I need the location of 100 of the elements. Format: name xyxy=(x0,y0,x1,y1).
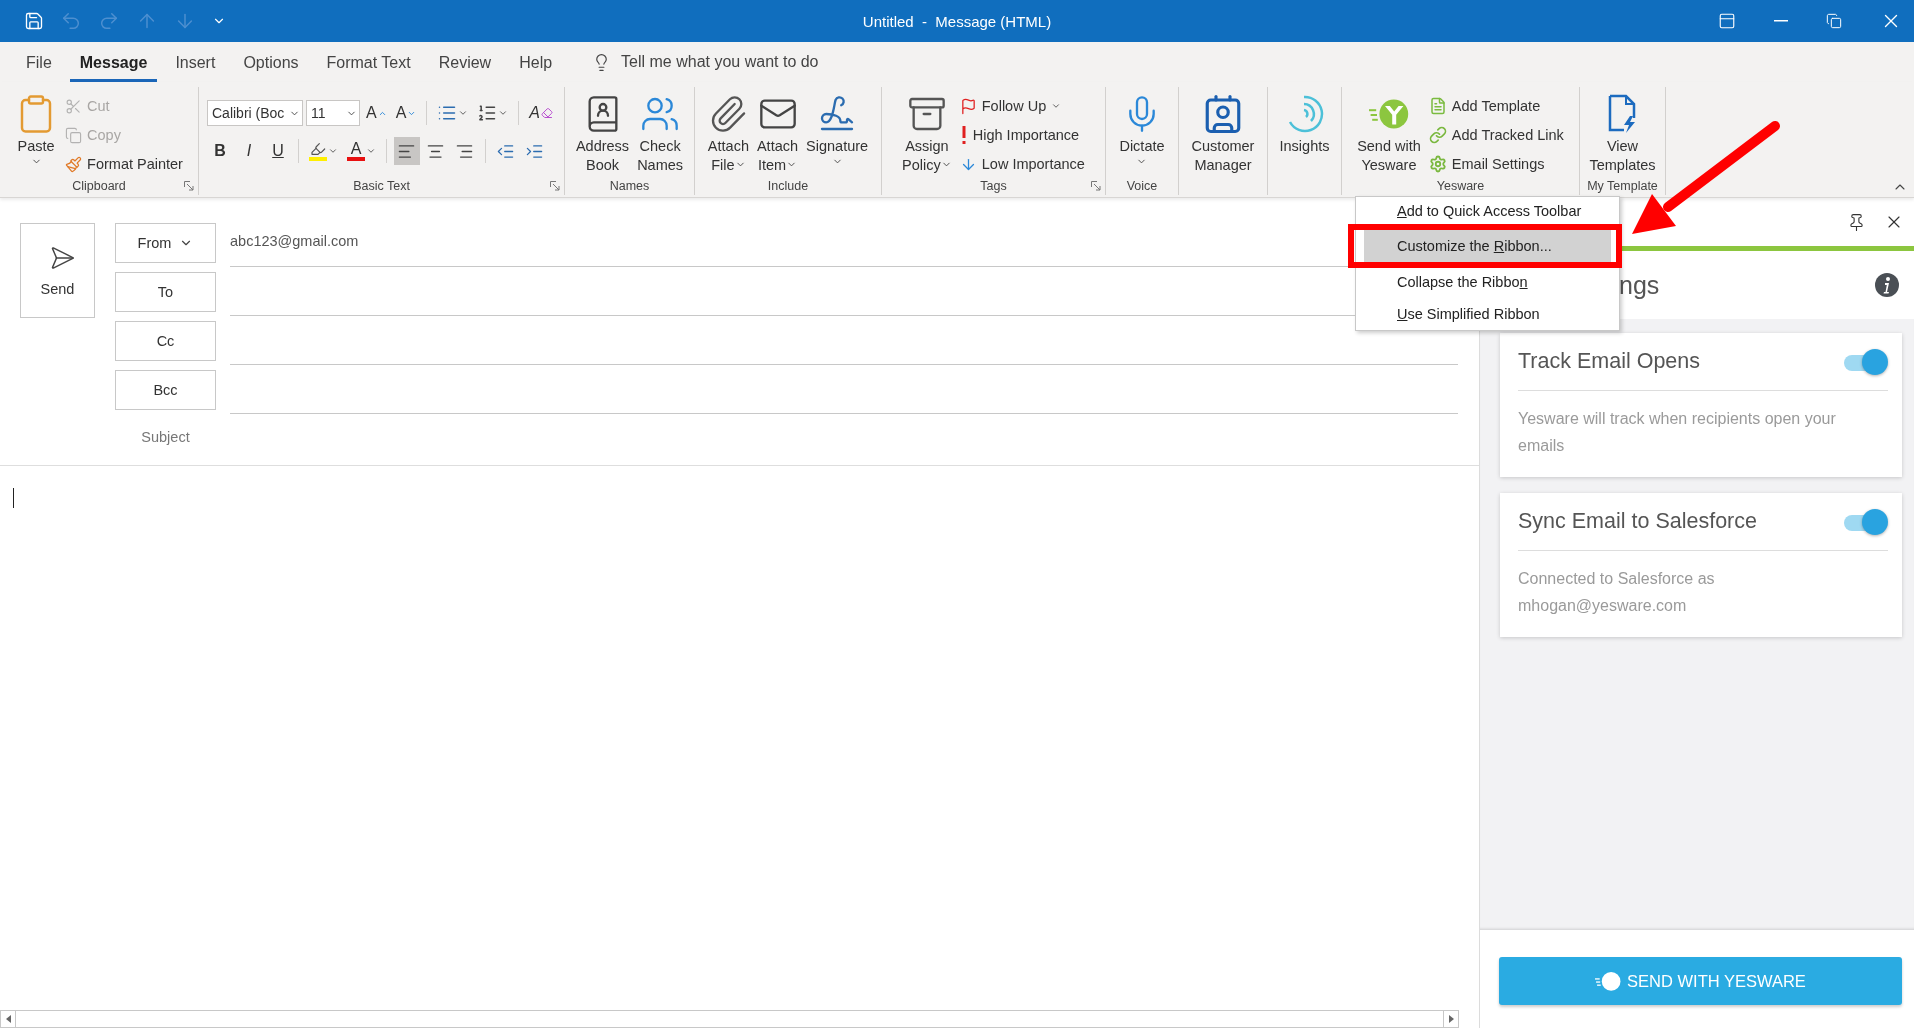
ribbon-button[interactable]: Low Importance xyxy=(956,151,1088,177)
save-button[interactable] xyxy=(24,11,44,31)
bold-button[interactable]: B xyxy=(207,137,233,165)
ribbon-button[interactable]: Customer Manager xyxy=(1188,89,1258,177)
setting-description: Connected to Salesforce as mhogan@yesware.com xyxy=(1518,569,1716,616)
caret-icon xyxy=(366,146,376,156)
ribbon-button[interactable]: Format Painter xyxy=(62,151,186,177)
group-label: Yesware xyxy=(1436,179,1485,193)
align-button[interactable] xyxy=(394,137,420,165)
ribbon-button[interactable]: View Templates xyxy=(1586,89,1659,177)
ribbon-button[interactable]: Follow Up xyxy=(956,93,1088,119)
info-icon xyxy=(1874,272,1900,298)
menu-item[interactable]: Collapse the Ribbon xyxy=(1364,269,1611,294)
gear-icon xyxy=(1428,155,1447,173)
ribbon-tab[interactable]: Help xyxy=(509,46,563,82)
from-button[interactable]: From xyxy=(115,223,216,263)
caret-icon xyxy=(498,108,509,118)
scissors-icon xyxy=(65,97,83,115)
toggle-switch[interactable] xyxy=(1842,508,1888,535)
restore-button[interactable] xyxy=(1826,13,1842,29)
ribbon-button[interactable]: Signature xyxy=(803,89,872,177)
ribbon-button[interactable]: Attach Item xyxy=(753,89,802,177)
subject-label: Subject xyxy=(140,428,191,447)
setting-title: Track Email Opens xyxy=(1518,349,1700,374)
recipient-button[interactable]: Bcc xyxy=(115,370,216,410)
pin-icon xyxy=(1847,212,1866,232)
numbered-list-icon xyxy=(477,103,498,123)
shrink-font-button[interactable]: A xyxy=(392,99,420,127)
group-label: Include xyxy=(767,179,809,193)
ribbon-button[interactable]: Paste xyxy=(12,89,61,177)
underline-button[interactable]: U xyxy=(265,137,291,165)
window-title: Untitled - Message (HTML) xyxy=(862,12,1052,30)
ribbon-tab[interactable]: Options xyxy=(233,46,309,82)
right-triangle-icon xyxy=(1448,1015,1454,1023)
setting-description: Yesware will track when recipients open your emails xyxy=(1518,409,1837,456)
italic-button[interactable]: I xyxy=(236,137,262,165)
ribbon-button[interactable]: Assign Policy xyxy=(899,89,955,177)
ribbon-button[interactable]: Address Book xyxy=(572,89,633,177)
menu-item[interactable]: Use Simplified Ribbon xyxy=(1364,301,1611,326)
ribbon-button[interactable]: Attach File xyxy=(704,89,752,177)
text-cursor xyxy=(13,488,14,508)
group-label: Voice xyxy=(1126,179,1158,193)
logo-icon xyxy=(1595,970,1622,992)
pin-button[interactable] xyxy=(1847,212,1866,232)
left-triangle-icon xyxy=(5,1015,11,1023)
from-address: abc123@gmail.com xyxy=(230,233,359,249)
font-size-field[interactable]: 11 xyxy=(306,100,360,126)
ribbon-button[interactable]: Insights xyxy=(1276,89,1333,177)
dialog-launcher[interactable] xyxy=(1091,181,1101,191)
eraser-icon xyxy=(541,107,553,119)
flag-icon xyxy=(959,97,977,115)
font-name-field[interactable]: Calibri (Boc xyxy=(207,100,303,126)
send-button[interactable]: Send xyxy=(20,223,95,318)
dialog-launcher[interactable] xyxy=(184,181,194,191)
dialog-launcher-icon xyxy=(550,181,560,191)
ribbon-button[interactable]: Check Names xyxy=(634,89,687,177)
group-label: Clipboard xyxy=(72,179,126,193)
search-field[interactable]: Tell me what you want to do xyxy=(621,53,882,71)
ribbon-tab[interactable]: Insert xyxy=(165,46,226,82)
group-label: Basic Text xyxy=(353,179,410,193)
pane-title: ngs xyxy=(1619,270,1660,300)
caret-icon xyxy=(328,146,338,156)
caret-icon xyxy=(458,108,469,118)
ribbon-tab[interactable]: Review xyxy=(428,46,502,82)
ribbon-display-button[interactable] xyxy=(1718,12,1736,30)
scroll-right-button[interactable] xyxy=(1443,1010,1459,1028)
ribbon-button[interactable]: Add Template xyxy=(1425,93,1567,119)
ribbon-display-icon xyxy=(1718,12,1736,30)
undo-icon xyxy=(60,10,82,32)
redo-icon xyxy=(98,10,120,32)
scroll-left-button[interactable] xyxy=(0,1010,16,1028)
ribbon-button[interactable]: Email Settings xyxy=(1425,151,1567,177)
ribbon-button[interactable]: High Importance xyxy=(956,122,1088,148)
recipient-button[interactable]: Cc xyxy=(115,321,216,361)
group-label: Names xyxy=(609,179,650,193)
menu-item[interactable]: Customize the Ribbon... xyxy=(1364,230,1611,262)
paintbrush-icon xyxy=(65,155,83,173)
save-icon xyxy=(24,11,44,31)
logo-icon xyxy=(1368,98,1409,130)
highlighter-icon xyxy=(310,141,326,157)
grow-font-button[interactable]: A xyxy=(363,99,390,127)
ribbon-button[interactable]: Send with Yesware xyxy=(1354,89,1424,177)
menu-item[interactable]: Add to Quick Access Toolbar xyxy=(1364,198,1611,223)
group-label: Tags xyxy=(980,179,1007,193)
dialog-launcher[interactable] xyxy=(550,181,560,191)
toggle-switch[interactable] xyxy=(1842,348,1888,375)
ribbon-tab[interactable]: Format Text xyxy=(316,46,421,82)
minimize-icon xyxy=(1774,20,1788,22)
recipient-button[interactable]: To xyxy=(115,272,216,312)
minimize-button[interactable] xyxy=(1774,20,1788,22)
ribbon-button[interactable]: Add Tracked Link xyxy=(1425,122,1567,148)
ribbon-tab[interactable]: File xyxy=(16,46,62,82)
setting-title: Sync Email to Salesforce xyxy=(1518,509,1757,534)
caret-icon xyxy=(1051,101,1062,111)
group-label: My Template xyxy=(1587,179,1658,193)
ribbon-button[interactable]: Dictate xyxy=(1116,89,1168,177)
dialog-launcher-icon xyxy=(184,181,194,191)
link-icon xyxy=(1428,126,1447,144)
clear-formatting-button[interactable]: A xyxy=(526,99,556,127)
font-color-button[interactable]: A xyxy=(344,137,379,165)
